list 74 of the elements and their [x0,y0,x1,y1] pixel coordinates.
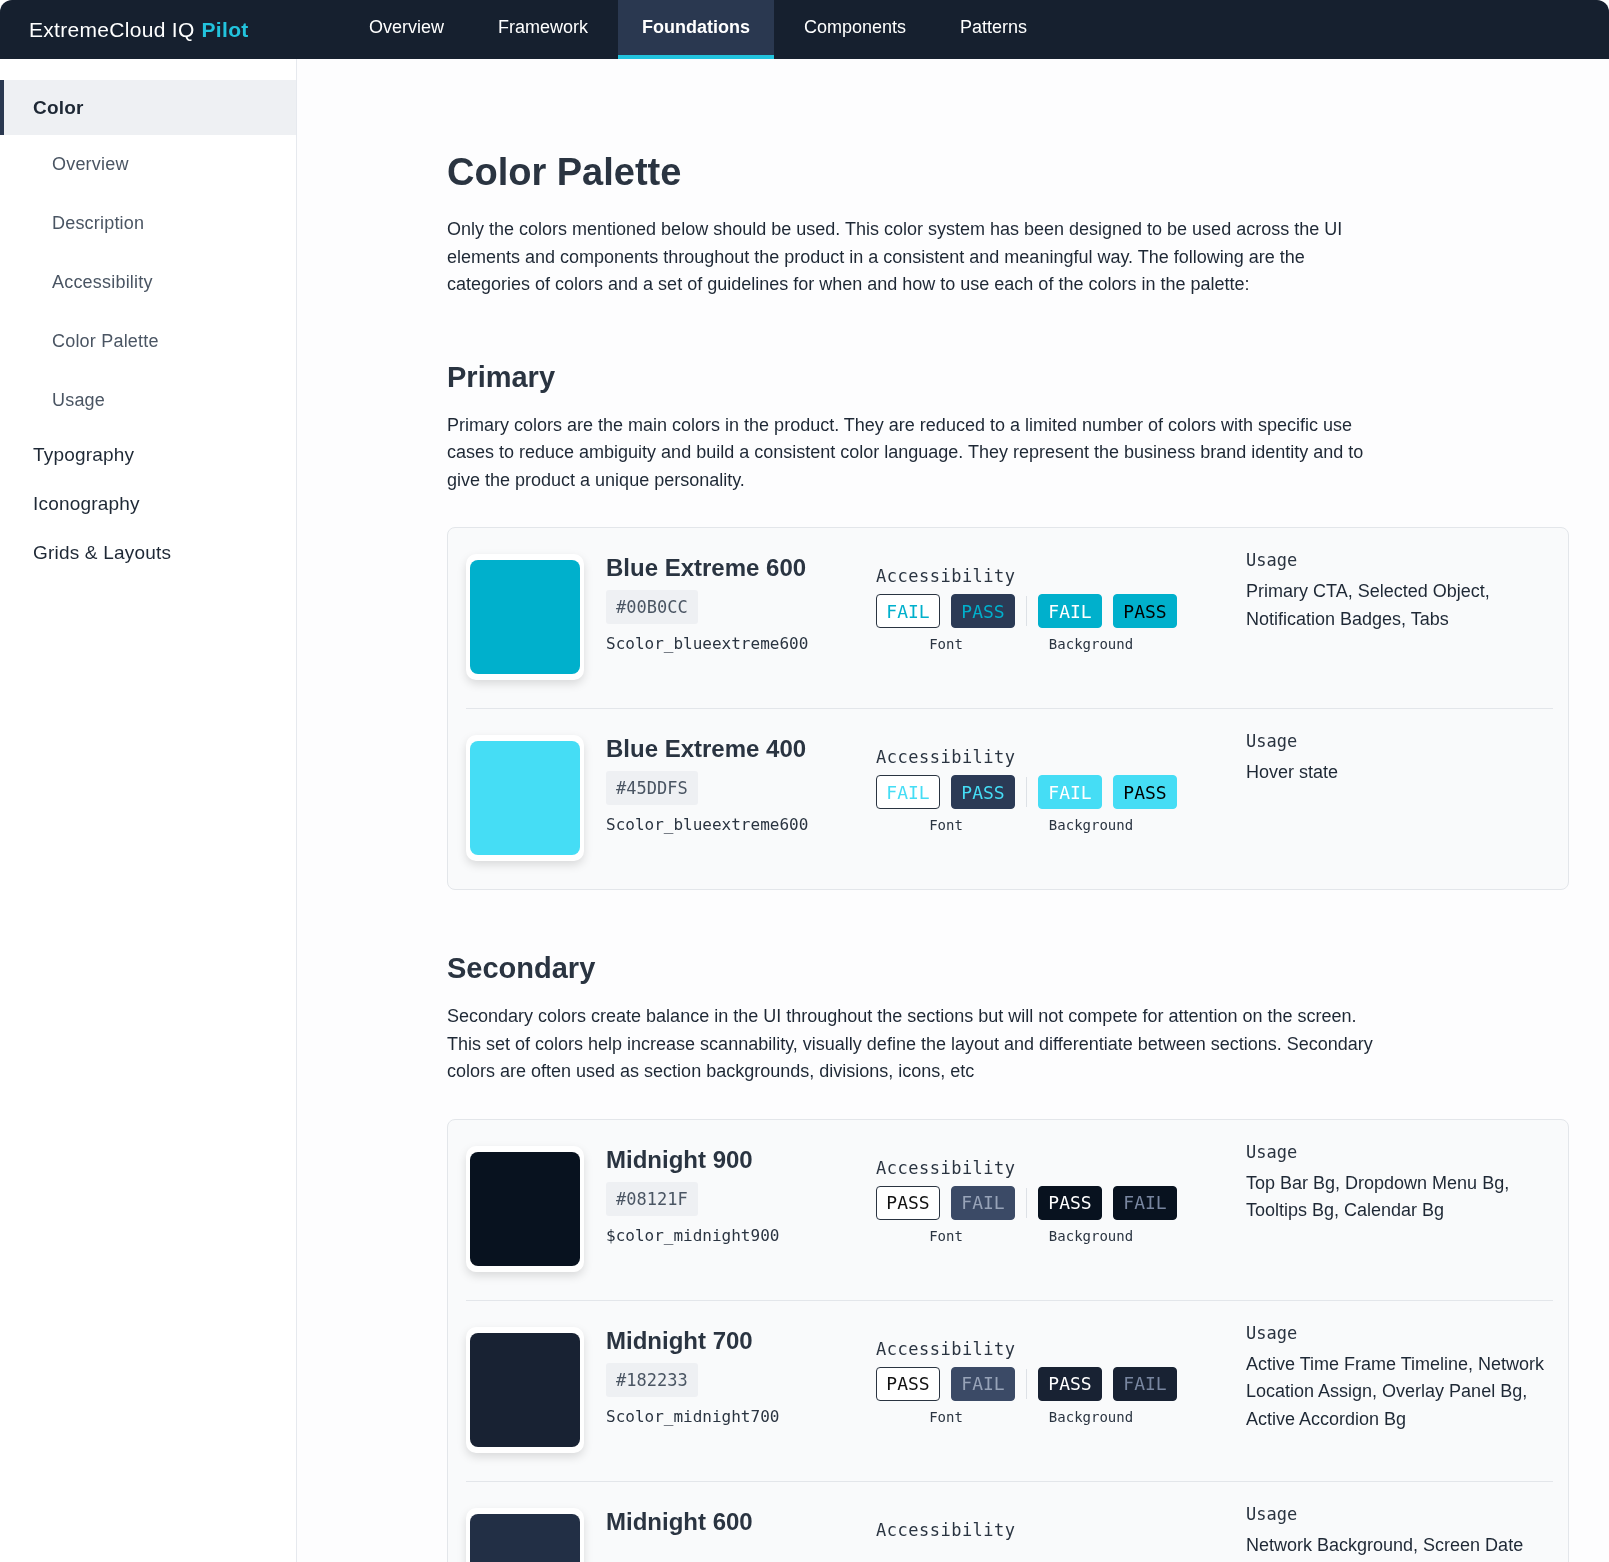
contrast-badge: PASS [1113,775,1177,809]
accessibility-label: Accessibility [876,566,1017,586]
contrast-badge: FAIL [951,1185,1015,1220]
contrast-badge: PASS [876,1366,940,1401]
sidebar-subitem[interactable]: Description [0,194,296,253]
font-caption: Font [928,1408,964,1425]
section-description: Secondary colors create balance in the UI throughout the sections but will not compete for attention on the screen. This set of colors help increase scannability, visually define the layout and differentiate between sections. Secondary colors are often used as section backgrounds, divisions, icons, etc [447,1005,1374,1083]
accessibility-label: Accessibility [876,1338,1017,1359]
color-name: Blue Extreme 600 [606,554,807,582]
intro-text: Only the colors mentioned below should be used. This color system has been designed to be used across the UI elements and components throughout the product in a consistent and meaningful way. The following are the categories of colors and a set of guidelines for when and how to use each of the colors in the palette: [447,218,1344,296]
color-name: Blue Extreme 400 [606,735,807,763]
accessibility-label: Accessibility [876,747,1017,767]
font-caption: Font [928,817,964,833]
logo-text: ExtremeCloud IQ [29,17,195,42]
sidebar-item[interactable]: Grids & Layouts [0,528,296,577]
contrast-badge: PASS [951,775,1015,809]
sidebar-item[interactable]: Color [0,80,296,135]
accessibility-label: Accessibility [876,1519,1017,1540]
usage-text: Hover state [1246,761,1340,784]
usage-text: Network Background, Screen Date [1246,1533,1525,1557]
nav-tab[interactable]: Patterns [936,0,1052,59]
contrast-badge: PASS [876,1185,940,1220]
contrast-badge: FAIL [1038,594,1102,628]
contrast-badge: FAIL [876,594,940,628]
logo-highlight: Pilot [201,17,249,42]
color-name: Midnight 700 [606,1326,753,1355]
contrast-badge: PASS [1038,1185,1102,1220]
contrast-badge: PASS [951,594,1015,628]
contrast-badge: PASS [1038,1366,1102,1401]
section-heading: Secondary [447,952,597,985]
background-caption: Background [1047,1227,1135,1244]
usage-label: Usage [1246,1503,1299,1524]
contrast-badge: PASS [1113,594,1177,628]
hex-code: #00B0CC [606,590,698,624]
contrast-badge: FAIL [876,775,940,809]
hex-code: #182233 [606,1362,698,1397]
contrast-badge: FAIL [1113,1366,1177,1401]
background-caption: Background [1047,817,1135,833]
color-name: Midnight 900 [606,1145,753,1174]
hex-code: #08121F [606,1181,698,1216]
variable-name: Scolor_blueextreme600 [606,814,810,836]
contrast-badge: FAIL [1113,1185,1177,1220]
usage-label: Usage [1246,731,1299,751]
nav-tab[interactable]: Framework [474,0,613,59]
sidebar-subitem[interactable]: Color Palette [0,312,296,371]
background-caption: Background [1047,636,1135,652]
font-caption: Font [928,1227,964,1244]
variable-name: Scolor_midnight700 [606,1405,781,1428]
usage-label: Usage [1246,1141,1299,1162]
accessibility-label: Accessibility [876,1157,1017,1178]
contrast-badge: FAIL [951,1366,1015,1401]
section-heading: Primary [447,360,556,394]
sidebar-subitem[interactable]: Usage [0,371,296,430]
usage-text: Top Bar Bg, Dropdown Menu Bg, Tooltips Bg, Calendar Bg [1246,1171,1511,1222]
color-name: Midnight 600 [606,1507,753,1536]
variable-name: Scolor_blueextreme600 [606,633,810,655]
nav-tab[interactable]: Components [780,0,931,59]
sidebar-item[interactable]: Typography [0,430,296,479]
font-caption: Font [928,636,964,652]
nav-tab[interactable]: Overview [345,0,468,59]
usage-label: Usage [1246,1322,1299,1343]
usage-text: Primary CTA, Selected Object, Notification Badges, Tabs [1246,580,1491,631]
nav-tab[interactable]: Foundations [618,0,774,59]
hex-code: #45DDFS [606,771,698,805]
contrast-badge: FAIL [1038,775,1102,809]
sidebar-subitem[interactable]: Overview [0,135,296,194]
usage-label: Usage [1246,550,1299,570]
page-title: Color Palette [447,151,683,194]
usage-text: Active Time Frame Timeline, Network Location Assign, Overlay Panel Bg, Active Accordion Bg [1246,1352,1546,1431]
section-description: Primary colors are the main colors in the product. They are reduced to a limited number of colors with specific use cases to reduce ambiguity and build a consistent color language. They represent the business brand identity and to give the product a unique personality. [447,413,1365,492]
background-caption: Background [1047,1408,1135,1425]
variable-name: $color_midnight900 [606,1224,781,1247]
sidebar-item[interactable]: Iconography [0,479,296,528]
sidebar-subitem[interactable]: Accessibility [0,253,296,312]
